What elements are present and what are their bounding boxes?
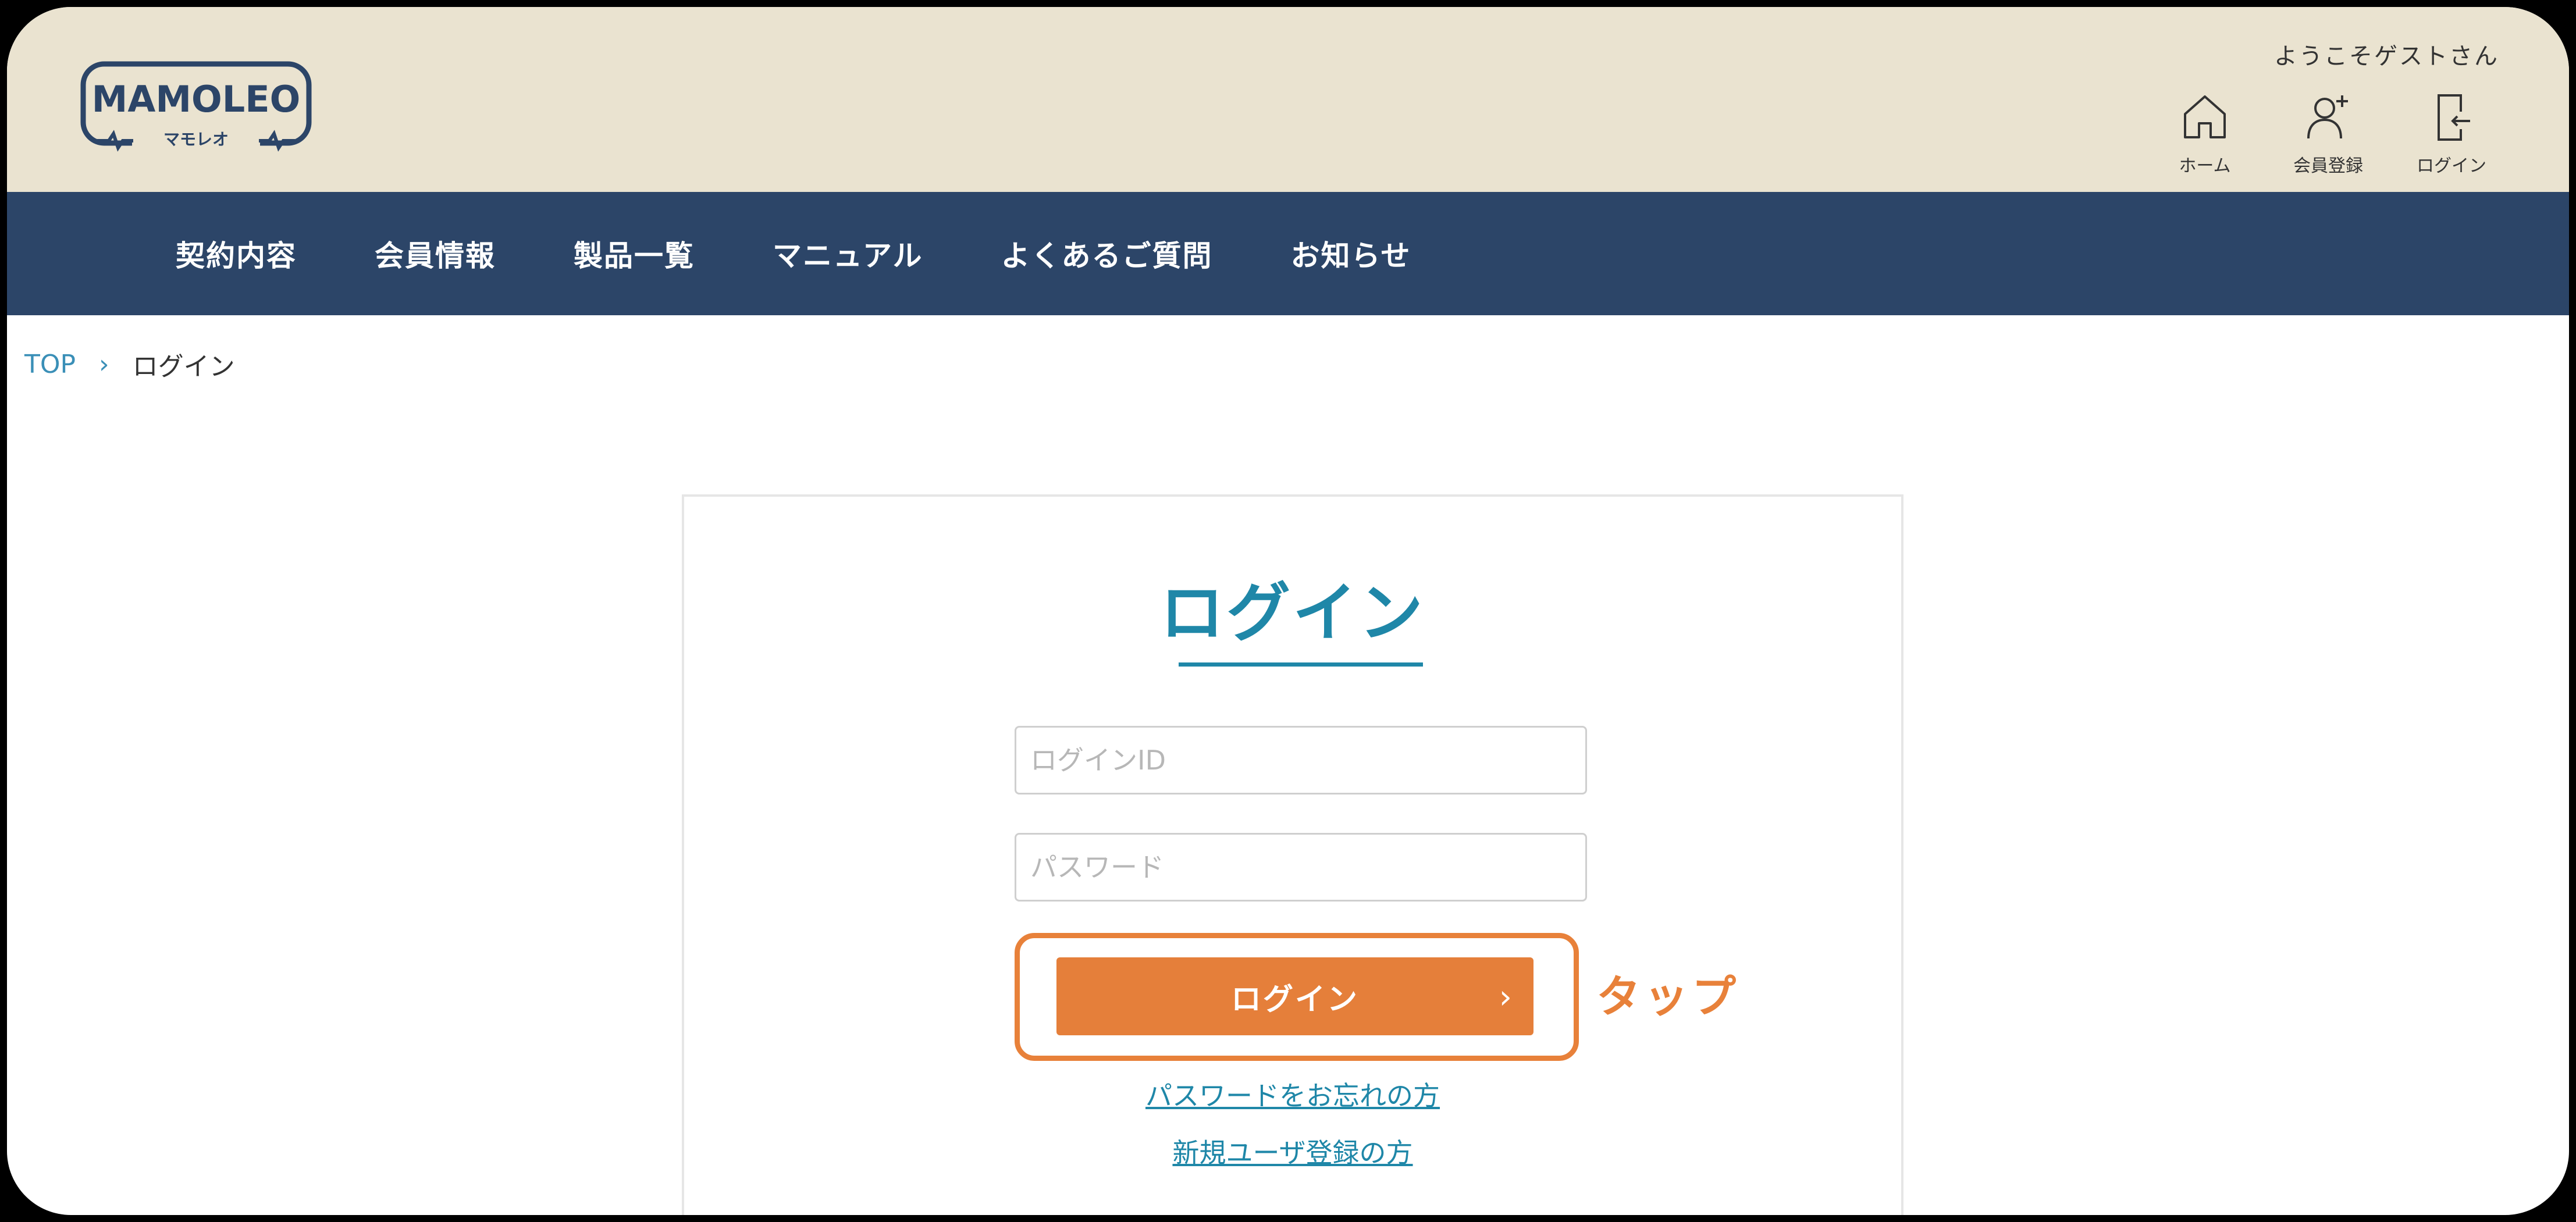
nav-item-contract[interactable]: 契約内容 bbox=[176, 233, 297, 275]
tap-annotation: タップ bbox=[1596, 971, 1739, 1023]
login-title: ログイン bbox=[1160, 576, 1425, 650]
site-header: MAMOLEO マモレオ ようこそゲストさん ホーム 会員登録 ログイン bbox=[7, 7, 2569, 192]
header-login-label: ログイン bbox=[2417, 156, 2486, 176]
header-icon-group: ホーム 会員登録 ログイン bbox=[2157, 88, 2499, 177]
home-icon bbox=[2184, 95, 2226, 138]
login-button-label: ログイン bbox=[1230, 982, 1359, 1017]
header-register-link[interactable]: 会員登録 bbox=[2280, 88, 2376, 177]
nav-item-member-info[interactable]: 会員情報 bbox=[375, 233, 496, 275]
welcome-text: ようこそゲストさん bbox=[2274, 43, 2499, 70]
login-door-icon bbox=[2438, 94, 2470, 141]
main-nav: 契約内容 会員情報 製品一覧 マニュアル よくあるご質問 お知らせ bbox=[7, 192, 2569, 315]
breadcrumb-chevron-icon: › bbox=[99, 349, 109, 379]
header-home-link[interactable]: ホーム bbox=[2157, 88, 2253, 177]
user-add-icon bbox=[2307, 95, 2348, 139]
nav-item-faq[interactable]: よくあるご質問 bbox=[1001, 233, 1213, 275]
login-button[interactable]: ログイン › bbox=[1056, 957, 1533, 1035]
login-id-input[interactable] bbox=[1015, 726, 1587, 795]
new-user-register-link[interactable]: 新規ユーザ登録の方 bbox=[684, 1132, 1901, 1170]
nav-item-news[interactable]: お知らせ bbox=[1291, 233, 1411, 275]
browser-frame: MAMOLEO マモレオ ようこそゲストさん ホーム 会員登録 ログイン 契約内… bbox=[7, 7, 2569, 1215]
logo-text: MAMOLEO bbox=[92, 78, 301, 120]
breadcrumb-top-link[interactable]: TOP bbox=[24, 350, 76, 379]
mamoleo-logo[interactable]: MAMOLEO マモレオ bbox=[80, 60, 312, 154]
title-underline bbox=[1179, 662, 1423, 667]
login-card: ログイン ログイン › タップ パスワードをお忘れの方 新規ユーザ登録の方 bbox=[682, 494, 1903, 1215]
header-register-label: 会員登録 bbox=[2293, 156, 2363, 176]
nav-item-manual[interactable]: マニュアル bbox=[773, 233, 923, 275]
chevron-right-icon: › bbox=[1499, 978, 1514, 1016]
password-input[interactable] bbox=[1015, 833, 1587, 902]
nav-item-products[interactable]: 製品一覧 bbox=[574, 233, 695, 275]
forgot-password-link[interactable]: パスワードをお忘れの方 bbox=[684, 1075, 1901, 1113]
logo-subtext: マモレオ bbox=[163, 130, 229, 149]
breadcrumb: TOP › ログイン bbox=[24, 345, 235, 383]
header-home-label: ホーム bbox=[2179, 156, 2231, 176]
breadcrumb-current: ログイン bbox=[132, 352, 235, 382]
header-login-link[interactable]: ログイン bbox=[2404, 88, 2499, 177]
